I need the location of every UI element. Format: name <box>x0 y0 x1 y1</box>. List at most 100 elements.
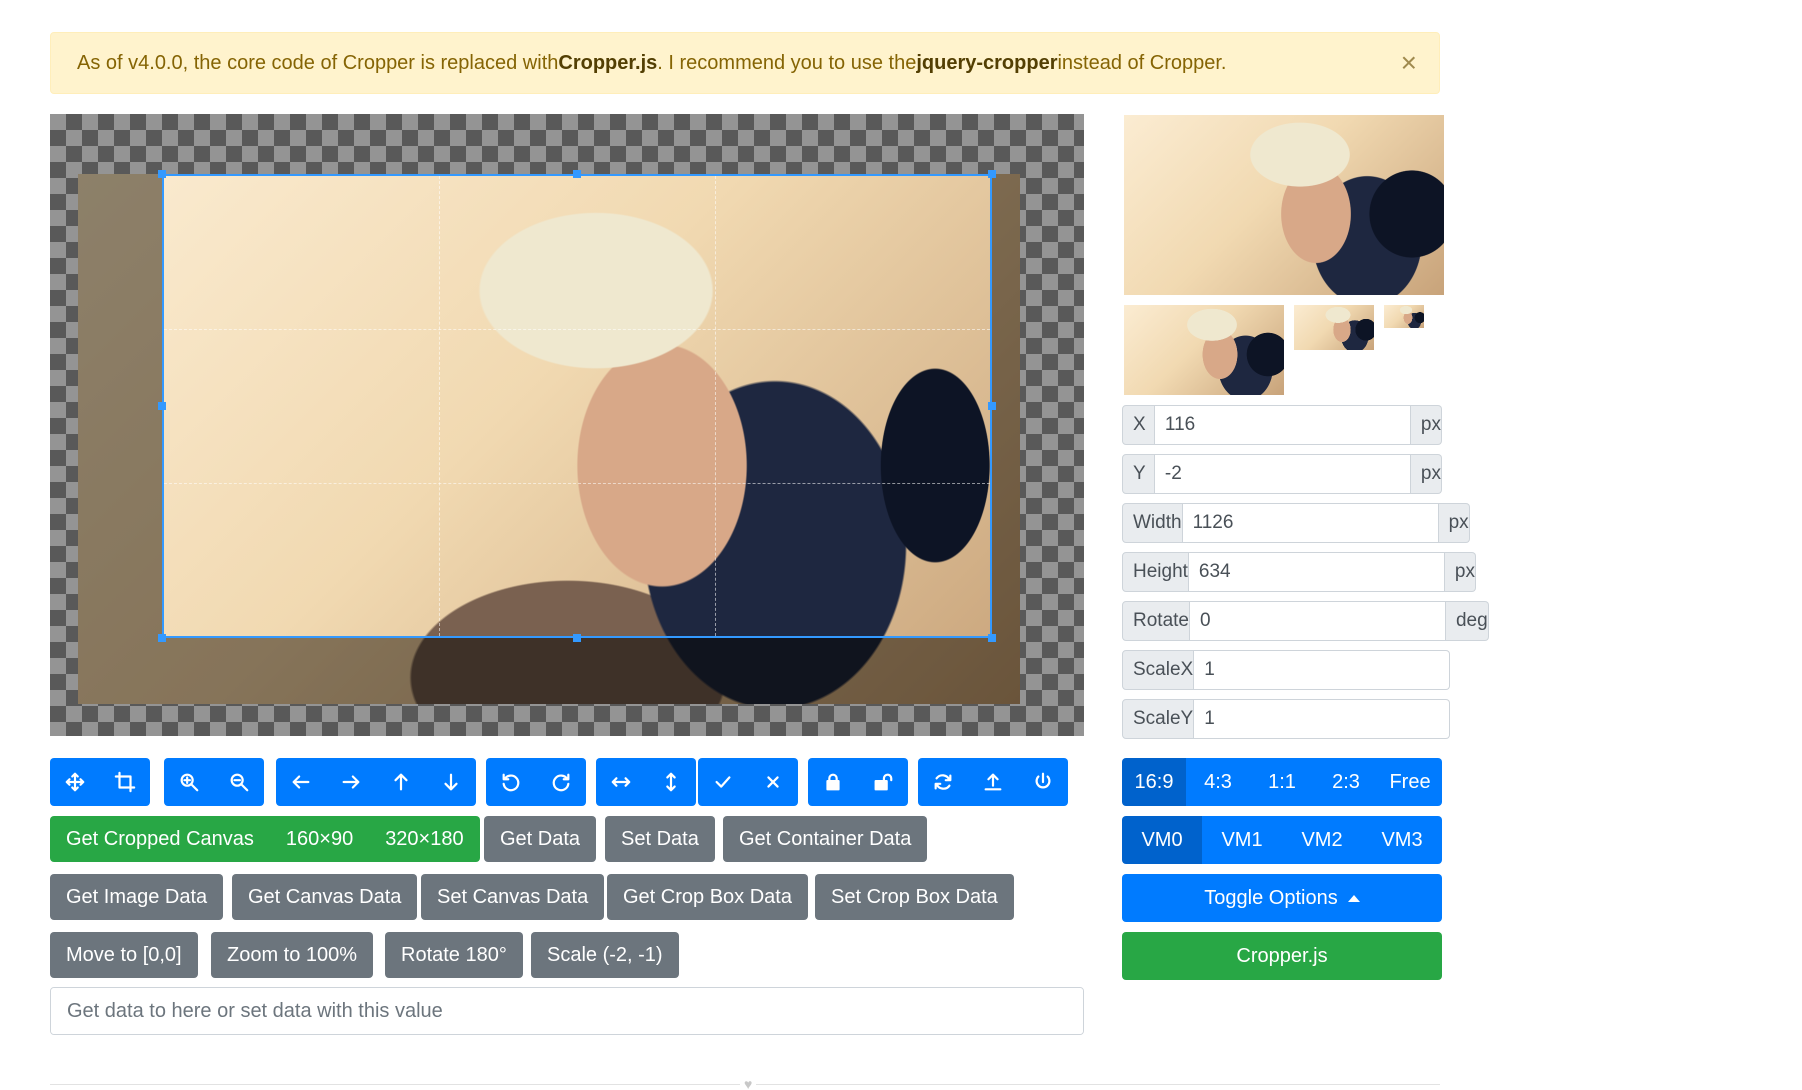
get-cropped-canvas-button[interactable]: Get Cropped Canvas <box>50 816 270 862</box>
preview-medium <box>1124 305 1284 395</box>
view-mode-1[interactable]: VM1 <box>1202 816 1282 864</box>
get-crop-box-data-button[interactable]: Get Crop Box Data <box>607 874 808 920</box>
mode-group <box>50 758 150 806</box>
aspect-ratio-16-9[interactable]: 16:9 <box>1122 758 1186 806</box>
caret-up-icon <box>1347 894 1360 902</box>
field-width: Width px <box>1122 503 1470 543</box>
field-width-input[interactable] <box>1182 503 1439 543</box>
source-image <box>78 174 1020 704</box>
alert-middle: . I recommend you to use the <box>657 51 917 74</box>
zoom-in-icon <box>180 773 199 792</box>
upload-image-button[interactable] <box>968 758 1018 806</box>
clear-crop-button[interactable] <box>748 758 798 806</box>
aspect-ratio-free[interactable]: Free <box>1378 758 1442 806</box>
cropper-canvas[interactable] <box>50 114 1084 736</box>
move-up-button[interactable] <box>376 758 426 806</box>
set-canvas-data-button[interactable]: Set Canvas Data <box>421 874 605 920</box>
zoom-out-icon <box>230 773 249 792</box>
set-crop-box-data-button[interactable]: Set Crop Box Data <box>815 874 1014 920</box>
field-x-input[interactable] <box>1154 405 1411 445</box>
zoom-out-button[interactable] <box>214 758 264 806</box>
field-scaley-input[interactable] <box>1194 699 1451 739</box>
move-mode-button[interactable] <box>50 758 100 806</box>
view-mode-group: VM0 VM1 VM2 VM3 <box>1122 816 1442 864</box>
field-scaley-label: ScaleY <box>1122 699 1195 739</box>
field-height-unit: px <box>1444 552 1476 592</box>
unlock-icon <box>874 773 893 791</box>
preview-tiny <box>1384 305 1424 328</box>
move-right-button[interactable] <box>326 758 376 806</box>
data-textarea[interactable] <box>50 987 1084 1035</box>
rotate-left-icon <box>502 773 520 792</box>
get-container-data-button[interactable]: Get Container Data <box>723 816 928 862</box>
crop-mode-button[interactable] <box>100 758 150 806</box>
rotate-180-button[interactable]: Rotate 180° <box>385 932 523 978</box>
aspect-ratio-group: 16:9 4:3 1:1 2:3 Free <box>1122 758 1442 806</box>
arrow-left-icon <box>292 775 310 789</box>
move-down-button[interactable] <box>426 758 476 806</box>
set-data-button[interactable]: Set Data <box>605 816 715 862</box>
enable-button[interactable] <box>858 758 908 806</box>
zoom-to-100-button[interactable]: Zoom to 100% <box>211 932 374 978</box>
field-scalex-input[interactable] <box>1194 650 1451 690</box>
view-mode-2[interactable]: VM2 <box>1282 816 1362 864</box>
field-height: Height px <box>1122 552 1476 592</box>
zoom-in-button[interactable] <box>164 758 214 806</box>
field-scalex-label: ScaleX <box>1122 650 1195 690</box>
field-width-label: Width <box>1122 503 1183 543</box>
deprecation-alert: As of v4.0.0, the core code of Cropper i… <box>50 32 1440 94</box>
crop-icon <box>114 771 136 793</box>
view-mode-0[interactable]: VM0 <box>1122 816 1202 864</box>
view-mode-3[interactable]: VM3 <box>1362 816 1442 864</box>
zoom-group <box>164 758 264 806</box>
lock-group <box>808 758 908 806</box>
get-image-data-button[interactable]: Get Image Data <box>50 874 224 920</box>
field-x-label: X <box>1122 405 1155 445</box>
aspect-ratio-2-3[interactable]: 2:3 <box>1314 758 1378 806</box>
alert-prefix: As of v4.0.0, the core code of Cropper i… <box>77 51 559 74</box>
field-rotate-input[interactable] <box>1189 601 1446 641</box>
refresh-icon <box>934 774 952 790</box>
toggle-options-button[interactable]: Toggle Options <box>1122 874 1442 922</box>
rotate-group <box>486 758 586 806</box>
get-data-button[interactable]: Get Data <box>484 816 597 862</box>
close-icon <box>767 776 779 788</box>
field-rotate: Rotate deg <box>1122 601 1489 641</box>
crop-confirm-button[interactable] <box>698 758 748 806</box>
aspect-ratio-4-3[interactable]: 4:3 <box>1186 758 1250 806</box>
alert-suffix: instead of Cropper. <box>1057 51 1227 74</box>
rotate-left-button[interactable] <box>486 758 536 806</box>
cropped-canvas-160-button[interactable]: 160×90 <box>269 816 370 862</box>
flip-horizontal-button[interactable] <box>596 758 646 806</box>
field-y-unit: px <box>1410 454 1442 494</box>
aspect-ratio-1-1[interactable]: 1:1 <box>1250 758 1314 806</box>
field-rotate-unit: deg <box>1445 601 1489 641</box>
arrows-vertical-icon <box>666 772 676 792</box>
alert-link-cropperjs[interactable]: Cropper.js <box>558 52 657 75</box>
arrow-down-icon <box>444 773 458 791</box>
check-icon <box>715 776 731 788</box>
field-y: Y px <box>1122 454 1442 494</box>
cropped-canvas-320-button[interactable]: 320×180 <box>369 816 480 862</box>
alert-link-jquery-cropper[interactable]: jquery-cropper <box>916 52 1057 75</box>
destroy-button[interactable] <box>1018 758 1068 806</box>
rotate-right-button[interactable] <box>536 758 586 806</box>
heart-icon: ♥ <box>740 1076 757 1090</box>
field-x-unit: px <box>1410 405 1442 445</box>
flip-vertical-button[interactable] <box>646 758 696 806</box>
flip-group <box>596 758 696 806</box>
field-rotate-label: Rotate <box>1122 601 1190 641</box>
get-canvas-data-button[interactable]: Get Canvas Data <box>232 874 418 920</box>
reset-button[interactable] <box>918 758 968 806</box>
close-icon[interactable]: × <box>1401 49 1417 77</box>
cropperjs-link-button[interactable]: Cropper.js <box>1122 932 1442 980</box>
scale-button[interactable]: Scale (-2, -1) <box>531 932 679 978</box>
crop-action-group <box>698 758 798 806</box>
preview-large <box>1124 115 1444 295</box>
field-height-input[interactable] <box>1188 552 1445 592</box>
move-to-origin-button[interactable]: Move to [0,0] <box>50 932 198 978</box>
move-left-button[interactable] <box>276 758 326 806</box>
field-y-input[interactable] <box>1154 454 1411 494</box>
disable-button[interactable] <box>808 758 858 806</box>
field-x: X px <box>1122 405 1442 445</box>
